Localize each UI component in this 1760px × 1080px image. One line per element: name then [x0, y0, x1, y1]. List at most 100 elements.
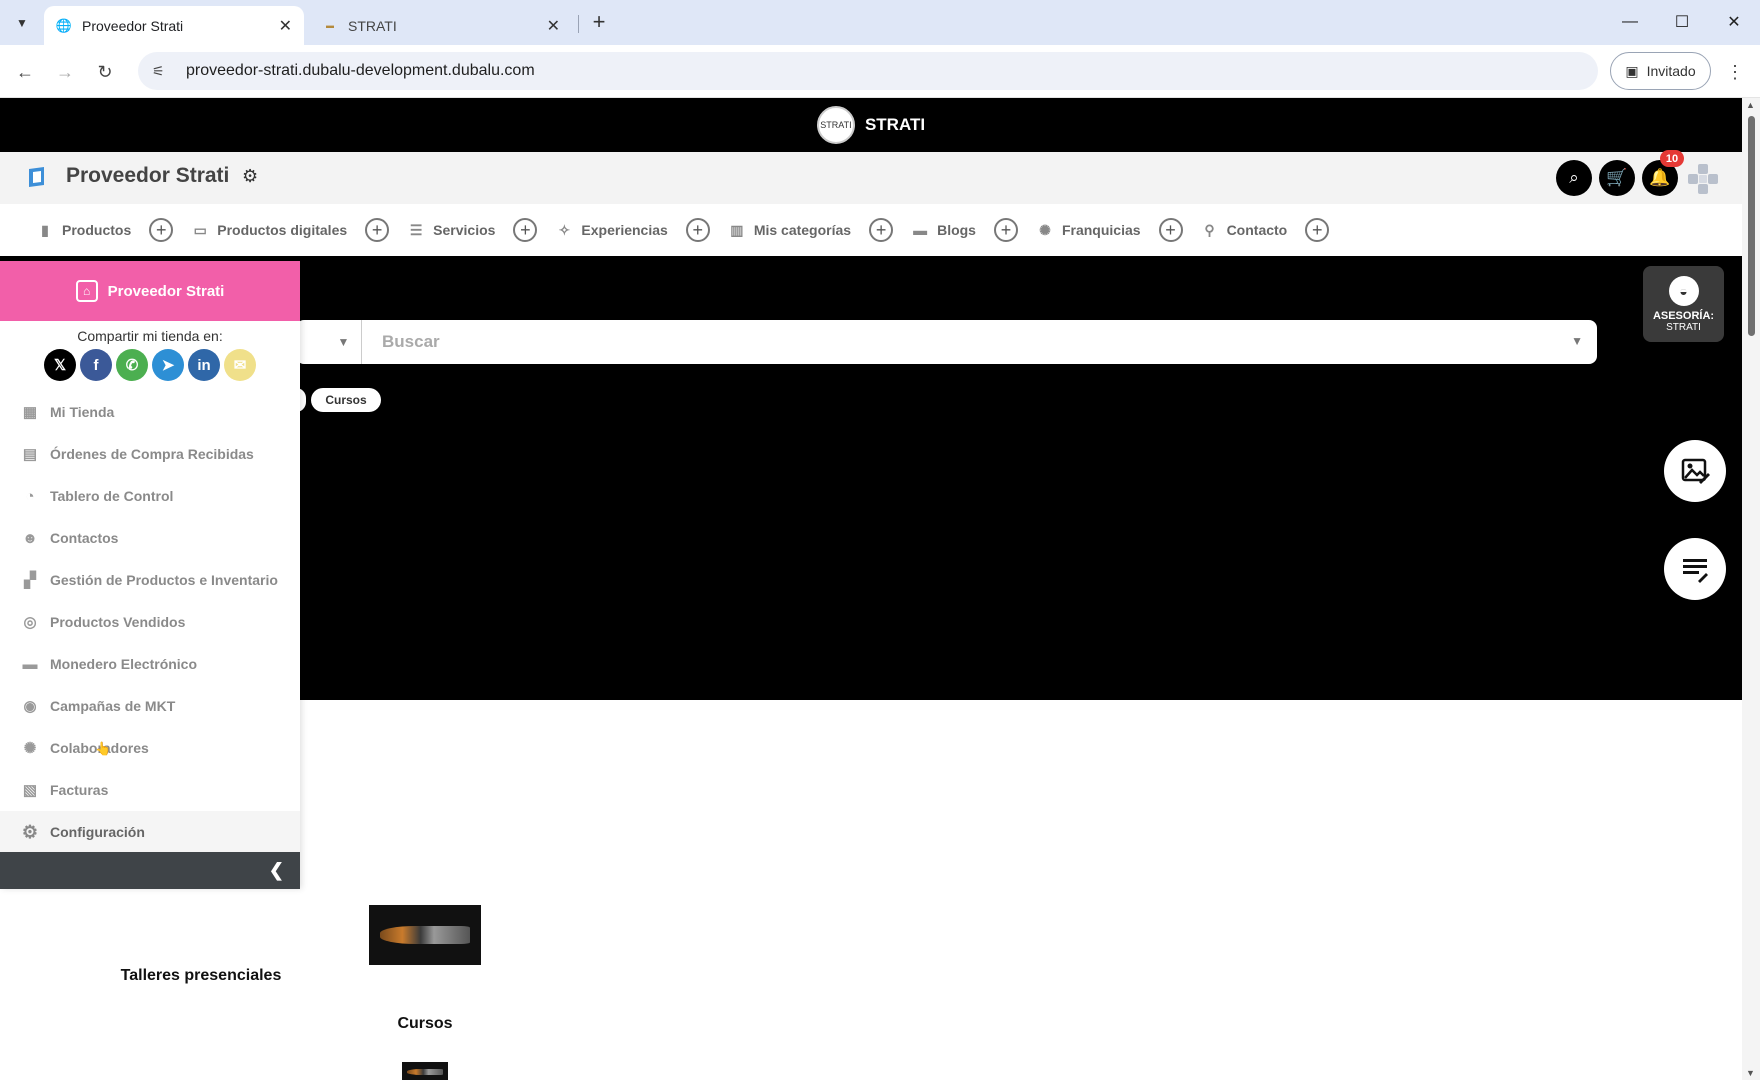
browser-menu-icon[interactable]: ⋮ — [1724, 57, 1746, 87]
sidebar-item-tablero[interactable]: ◔ Tablero de Control — [0, 475, 300, 517]
category-title-talleres[interactable]: Talleres presenciales — [120, 964, 282, 988]
add-blogs-plus-icon[interactable]: + — [993, 218, 1018, 242]
new-tab-plus-icon[interactable]: + — [585, 8, 613, 36]
nav-experiencias[interactable]: ✧ Experiencias — [555, 221, 668, 239]
nav-franquicias[interactable]: ✺ Franquicias — [1036, 221, 1141, 239]
strati-logo[interactable]: STRATI — [816, 106, 855, 144]
nav-label: Servicios — [433, 222, 496, 238]
category-title-cursos[interactable]: Cursos — [360, 1012, 490, 1036]
facebook-share-icon[interactable]: f — [80, 349, 112, 381]
store-name[interactable]: Proveedor Strati — [66, 164, 229, 188]
browser-tab-inactive[interactable]: ▬ STRATI ✕ — [310, 6, 572, 45]
asesoria-label: ASESORÍA: — [1652, 309, 1715, 322]
address-bar[interactable]: ⚟ proveedor-strati.dubalu-development.du… — [138, 52, 1598, 90]
nav-label: Productos digitales — [217, 222, 348, 238]
store-sidebar: ⌂ Proveedor Strati Compartir mi tienda e… — [0, 261, 300, 889]
sidebar-item-mi-tienda[interactable]: ▦ Mi Tienda — [0, 391, 300, 433]
add-mis-categorias-plus-icon[interactable]: + — [869, 218, 894, 242]
browser-tab-active[interactable]: 🌐 Proveedor Strati ✕ — [44, 6, 304, 45]
url-text[interactable]: proveedor-strati.dubalu-development.duba… — [186, 62, 535, 80]
sidebar-menu: ▦ Mi Tienda ▤ Órdenes de Compra Recibidas … — [0, 391, 300, 853]
sidebar-item-facturas[interactable]: ▧ Facturas — [0, 769, 300, 811]
sidebar-item-contactos[interactable]: ☻ Contactos — [0, 517, 300, 559]
edit-text-button[interactable] — [1664, 538, 1726, 600]
page-scrollbar[interactable]: ▲ ▼ — [1742, 98, 1760, 1080]
add-experiencias-plus-icon[interactable]: + — [685, 218, 710, 242]
nav-servicios[interactable]: ☰ Servicios — [407, 221, 496, 239]
site-info-icon[interactable]: ⚟ — [152, 63, 174, 80]
category-thumbnail-partial[interactable] — [402, 1062, 448, 1080]
store-logo-icon[interactable] — [26, 165, 50, 189]
advisor-avatar-icon: ◒ — [1668, 275, 1699, 306]
sidebar-item-label: Configuración — [50, 824, 145, 840]
close-tab-icon[interactable]: ✕ — [279, 16, 292, 36]
nav-blogs[interactable]: ▬ Blogs — [911, 221, 976, 239]
tab-search-chevron-icon[interactable]: ▼ — [9, 10, 35, 36]
search-category-dropdown[interactable]: ▼ — [326, 320, 362, 364]
notification-badge: 10 — [1660, 150, 1684, 167]
sidebar-item-campanas[interactable]: ◉ Campañas de MKT — [0, 685, 300, 727]
close-tab-icon[interactable]: ✕ — [547, 16, 560, 36]
sidebar-item-label: Mi Tienda — [50, 404, 115, 420]
wallet-icon: ▬ — [22, 655, 38, 673]
cart-icon[interactable]: 🛒 — [1599, 160, 1635, 196]
add-productos-plus-icon[interactable]: + — [149, 218, 174, 242]
window-close-icon[interactable]: ✕ — [1714, 8, 1754, 36]
scroll-down-icon[interactable]: ▼ — [1746, 1068, 1755, 1078]
store-settings-gear-icon[interactable]: ⚙ — [242, 166, 258, 187]
maximize-icon[interactable]: ☐ — [1662, 8, 1702, 36]
nav-contacto[interactable]: ⚲ Contacto — [1201, 221, 1288, 239]
telegram-share-icon[interactable]: ➤ — [152, 349, 184, 381]
email-share-icon[interactable]: ✉ — [224, 349, 256, 381]
profile-button[interactable]: ▣ Invitado — [1610, 52, 1711, 90]
nav-label: Franquicias — [1061, 222, 1141, 238]
tab-separator — [578, 15, 579, 33]
guitar-image — [380, 926, 470, 944]
services-icon: ☰ — [409, 221, 423, 238]
sidebar-collapse-button[interactable]: ❮ — [0, 852, 300, 889]
add-productos-digitales-plus-icon[interactable]: + — [365, 218, 390, 242]
sidebar-item-label: Órdenes de Compra Recibidas — [50, 446, 254, 462]
filter-chip-cursos[interactable]: Cursos — [311, 388, 381, 412]
nav-productos[interactable]: ▮ Productos — [36, 221, 131, 239]
back-arrow-icon[interactable]: ← — [10, 57, 40, 87]
share-label: Compartir mi tienda en: — [77, 328, 223, 344]
minimize-icon[interactable]: — — [1610, 8, 1650, 36]
add-servicios-plus-icon[interactable]: + — [513, 218, 538, 242]
search-icon[interactable]: ⌕ — [1556, 160, 1592, 196]
chevron-left-icon: ❮ — [268, 860, 284, 880]
sidebar-item-productos-vendidos[interactable]: ◎ Productos Vendidos — [0, 601, 300, 643]
sidebar-item-colaboradores[interactable]: ✺ Colaboradores — [0, 727, 300, 769]
add-franquicias-plus-icon[interactable]: + — [1158, 218, 1183, 242]
forward-arrow-icon[interactable]: → — [50, 57, 80, 87]
sidebar-item-configuracion[interactable]: ⚙ Configuración — [0, 811, 300, 853]
sidebar-item-label: Facturas — [50, 782, 109, 798]
tab-title: Proveedor Strati — [82, 17, 184, 34]
nav-productos-digitales[interactable]: ▭ Productos digitales — [191, 221, 348, 239]
inventory-icon: ▞ — [24, 572, 36, 589]
scrollbar-thumb[interactable] — [1748, 116, 1755, 336]
nav-mis-categorias[interactable]: ▥ Mis categorías — [728, 221, 851, 239]
asesoria-button[interactable]: ◒ ASESORÍA: STRATI — [1643, 266, 1724, 342]
apps-grid-icon[interactable] — [1686, 162, 1720, 196]
dashboard-icon: ◔ — [25, 487, 35, 505]
sidebar-item-gestion-productos[interactable]: ▞ Gestión de Productos e Inventario — [0, 559, 300, 601]
whatsapp-share-icon[interactable]: ✆ — [116, 349, 148, 381]
edit-image-icon — [1681, 458, 1710, 484]
sidebar-item-ordenes[interactable]: ▤ Órdenes de Compra Recibidas — [0, 433, 300, 475]
collaborators-icon: ✺ — [23, 740, 37, 757]
sidebar-item-label: Productos Vendidos — [50, 614, 186, 630]
nav-label: Contacto — [1226, 222, 1288, 238]
scroll-up-icon[interactable]: ▲ — [1746, 100, 1755, 110]
chevron-down-icon[interactable]: ▼ — [1571, 334, 1583, 348]
sidebar-item-label: Gestión de Productos e Inventario — [50, 572, 278, 588]
linkedin-share-icon[interactable]: in — [188, 349, 220, 381]
sidebar-item-monedero[interactable]: ▬ Monedero Electrónico — [0, 643, 300, 685]
category-thumbnail-cursos[interactable] — [369, 905, 481, 965]
add-contacto-plus-icon[interactable]: + — [1305, 218, 1330, 242]
edit-image-button[interactable] — [1664, 440, 1726, 502]
search-input[interactable] — [382, 320, 1532, 364]
reload-icon[interactable]: ↻ — [90, 57, 120, 87]
x-share-icon[interactable]: 𝕏 — [44, 349, 76, 381]
sidebar-header[interactable]: ⌂ Proveedor Strati — [0, 261, 300, 321]
